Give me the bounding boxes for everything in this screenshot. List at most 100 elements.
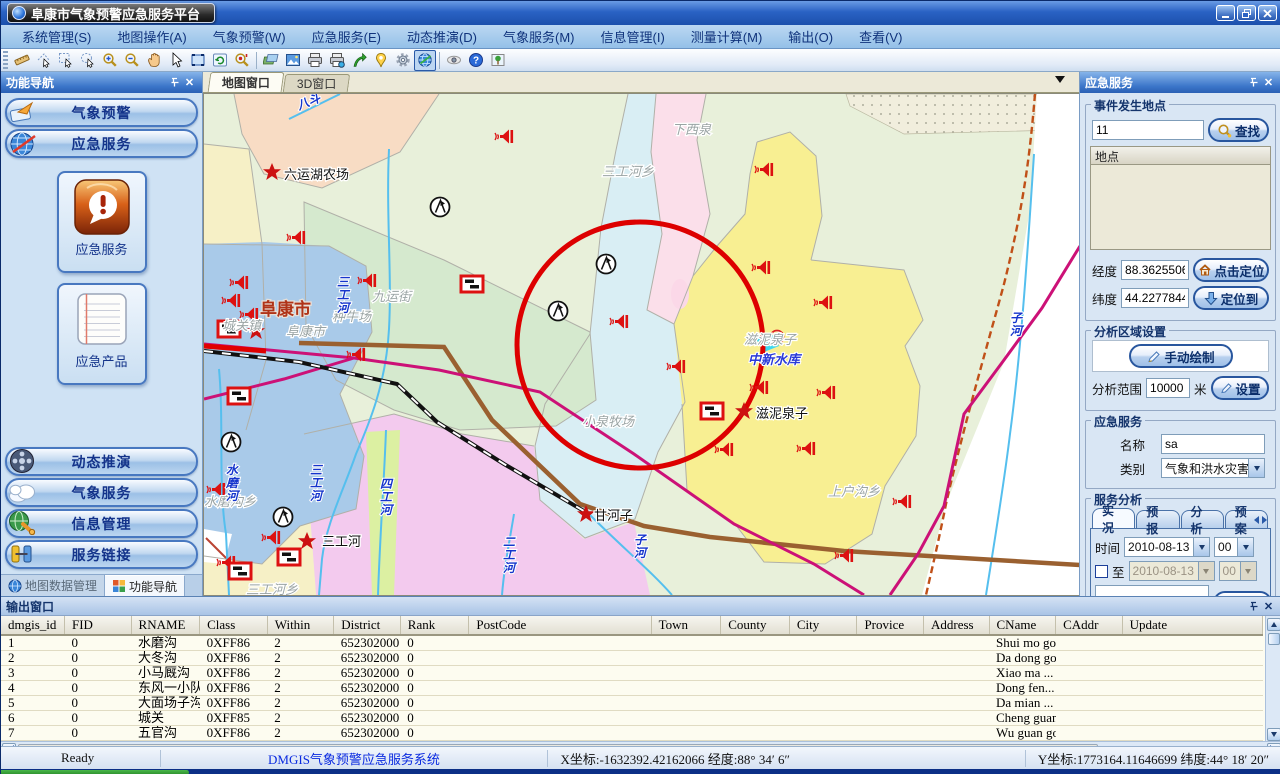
nav-group-服务链接[interactable]: 服务链接 <box>5 540 198 569</box>
column-header-Address[interactable]: Address <box>923 616 989 635</box>
column-header-CName[interactable]: CName <box>989 616 1056 635</box>
column-header-Town[interactable]: Town <box>651 616 721 635</box>
column-header-City[interactable]: City <box>789 616 857 635</box>
pin-icon[interactable] <box>167 76 182 90</box>
toolbar-zoom-in-button[interactable] <box>99 50 121 71</box>
menu-item-6[interactable]: 信息管理(I) <box>588 25 678 48</box>
menu-item-3[interactable]: 应急服务(E) <box>299 25 394 48</box>
analysis-tab-预报[interactable]: 预报 <box>1136 510 1179 528</box>
toolbar-globe-button[interactable] <box>414 50 436 71</box>
menu-item-0[interactable]: 系统管理(S) <box>9 25 104 48</box>
column-header-Within[interactable]: Within <box>267 616 334 635</box>
toolbar-eye-button[interactable] <box>443 50 465 71</box>
toolbar-select-edge-button[interactable] <box>33 50 55 71</box>
scroll-up-icon[interactable] <box>1267 618 1280 631</box>
analysis-tab-分析[interactable]: 分析 <box>1181 510 1224 528</box>
service-name-input[interactable] <box>1161 434 1265 454</box>
hour-combo[interactable]: 00 <box>1214 537 1254 557</box>
toolbar-tree-button[interactable] <box>487 50 509 71</box>
column-header-dmgis_id[interactable]: dmgis_id <box>1 616 64 635</box>
table-row[interactable]: 10水磨沟0XFF8626523020000Shui mo gou <box>1 635 1263 651</box>
menu-item-9[interactable]: 查看(V) <box>846 25 915 48</box>
column-header-County[interactable]: County <box>721 616 790 635</box>
close-icon[interactable]: ✕ <box>1261 76 1276 90</box>
latitude-input[interactable] <box>1121 288 1189 308</box>
map-tab-dropdown-icon[interactable] <box>1055 76 1065 88</box>
close-button[interactable] <box>1258 5 1277 21</box>
toolbar-extent-button[interactable] <box>187 50 209 71</box>
chevron-down-icon[interactable] <box>1248 459 1264 477</box>
analysis-range-input[interactable] <box>1146 378 1190 398</box>
toolbar-scene-button[interactable] <box>282 50 304 71</box>
location-search-input[interactable] <box>1092 120 1204 140</box>
table-row[interactable]: 30小马厩沟0XFF8626523020000Xiao ma ... <box>1 666 1263 681</box>
toolbar-help-button[interactable]: ? <box>465 50 487 71</box>
nav-tab-功能导航[interactable]: 功能导航 <box>105 575 185 596</box>
nav-group-气象服务[interactable]: 气象服务 <box>5 478 198 507</box>
toolbar-select-rect-button[interactable] <box>55 50 77 71</box>
toolbar-arrow-green-button[interactable] <box>348 50 370 71</box>
toolbar-print-button[interactable] <box>304 50 326 71</box>
column-header-Update[interactable]: Update <box>1122 616 1262 635</box>
element-filter-box[interactable] <box>1095 585 1209 596</box>
menu-item-4[interactable]: 动态推演(D) <box>394 25 490 48</box>
analysis-tab-实况[interactable]: 实况 <box>1092 508 1135 528</box>
nav-group-气象预警[interactable]: 气象预警 <box>5 98 198 127</box>
scroll-down-icon[interactable] <box>1267 728 1280 741</box>
table-row[interactable]: 50大面场子沟0XFF8626523020000Da mian ... <box>1 696 1263 711</box>
column-header-Provice[interactable]: Provice <box>857 616 924 635</box>
longitude-input[interactable] <box>1121 260 1189 280</box>
toolbar-pan-button[interactable] <box>143 50 165 71</box>
menu-item-2[interactable]: 气象预警(W) <box>200 25 299 48</box>
location-list[interactable] <box>1090 164 1271 250</box>
map-canvas[interactable]: 八斗六运湖农场三工河乡下西泉九运街阜康市城关镇阜康市种牛场滋泥泉子中新水库滋泥泉… <box>203 93 1079 596</box>
close-icon[interactable]: ✕ <box>1261 599 1276 613</box>
chevron-down-icon[interactable] <box>1237 538 1253 556</box>
map-tab-3D窗口[interactable]: 3D窗口 <box>283 74 351 92</box>
toolbar-grip[interactable] <box>3 51 8 69</box>
manual-draw-button[interactable]: 手动绘制 <box>1129 344 1233 368</box>
pin-icon[interactable] <box>1246 76 1261 90</box>
service-type-combo[interactable]: 气象和洪水灾害 <box>1161 458 1265 478</box>
toolbar-zoom-out-button[interactable] <box>121 50 143 71</box>
output-vertical-scrollbar[interactable] <box>1265 616 1280 741</box>
nav-button-应急服务[interactable]: 应急服务 <box>57 171 147 273</box>
toolbar-select-free-button[interactable] <box>77 50 99 71</box>
tab-scroll-right-icon[interactable] <box>1261 514 1271 525</box>
menu-item-7[interactable]: 测量计算(M) <box>678 25 776 48</box>
toolbar-layers-button[interactable] <box>260 50 282 71</box>
scrollbar-thumb[interactable] <box>1268 633 1280 645</box>
toolbar-pointer-button[interactable] <box>165 50 187 71</box>
nav-group-动态推演[interactable]: 动态推演 <box>5 447 198 476</box>
column-header-Class[interactable]: Class <box>200 616 268 635</box>
toolbar-placemark-button[interactable] <box>370 50 392 71</box>
menu-item-5[interactable]: 气象服务(M) <box>490 25 588 48</box>
click-locate-button[interactable]: 点击定位 <box>1193 258 1269 282</box>
column-header-RNAME[interactable]: RNAME <box>131 616 200 635</box>
column-header-FID[interactable]: FID <box>64 616 131 635</box>
tab-scroll-left-icon[interactable] <box>1249 514 1259 525</box>
set-range-button[interactable]: 设置 <box>1211 376 1269 400</box>
chevron-down-icon[interactable] <box>1193 538 1209 556</box>
toolbar-identify-button[interactable] <box>231 50 253 71</box>
column-header-Rank[interactable]: Rank <box>400 616 469 635</box>
table-row[interactable]: 40东风一小队0XFF8626523020000Dong fen... <box>1 681 1263 696</box>
table-row[interactable]: 60城关0XFF8526523020000Cheng guan <box>1 711 1263 726</box>
column-header-PostCode[interactable]: PostCode <box>469 616 651 635</box>
table-row[interactable]: 20大冬沟0XFF8626523020000Da dong gou <box>1 651 1263 666</box>
table-row[interactable]: 70五官沟0XFF8626523020000Wu guan gou <box>1 726 1263 741</box>
menu-item-8[interactable]: 输出(O) <box>775 25 846 48</box>
locate-to-button[interactable]: 定位到 <box>1193 286 1269 310</box>
minimize-button[interactable] <box>1216 5 1235 21</box>
restore-button[interactable] <box>1237 5 1256 21</box>
search-button[interactable]: 查找 <box>1208 118 1269 142</box>
nav-group-信息管理[interactable]: 信息管理 <box>5 509 198 538</box>
nav-tab-地图数据管理[interactable]: 地图数据管理 <box>1 575 105 596</box>
location-list-header[interactable]: 地点 <box>1090 146 1271 164</box>
toolbar-ruler-button[interactable] <box>11 50 33 71</box>
menu-item-1[interactable]: 地图操作(A) <box>104 25 199 48</box>
toolbar-print-color-button[interactable] <box>326 50 348 71</box>
date-combo[interactable]: 2010-08-13 <box>1124 537 1210 557</box>
column-header-CAddr[interactable]: CAddr <box>1056 616 1123 635</box>
nav-group-应急服务[interactable]: 应急服务 <box>5 129 198 158</box>
